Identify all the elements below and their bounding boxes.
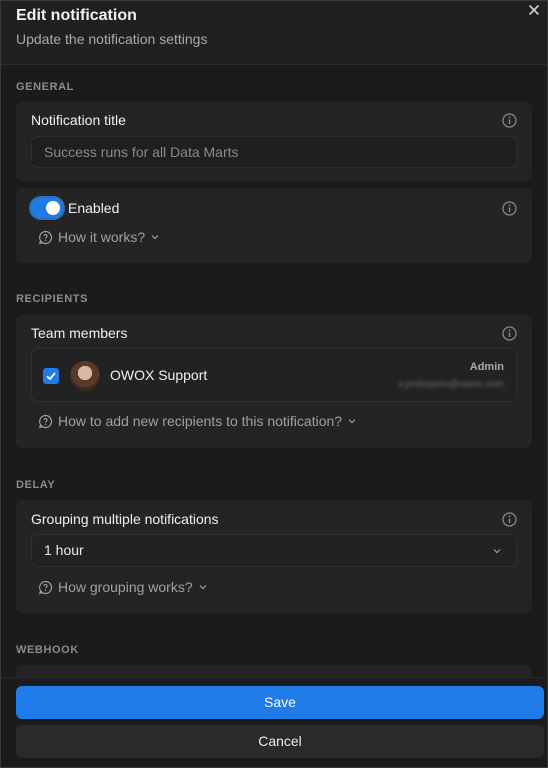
info-icon[interactable] — [502, 512, 517, 527]
help-bubble-icon — [38, 230, 53, 244]
save-button[interactable]: Save — [16, 686, 544, 719]
dialog-header: Edit notification Update the notificatio… — [1, 1, 547, 65]
member-name: OWOX Support — [110, 367, 208, 383]
info-icon[interactable] — [502, 113, 517, 128]
add-recipients-link[interactable]: How to add new recipients to this notifi… — [38, 413, 357, 429]
section-label-webhook: WEBHOOK — [16, 644, 79, 656]
team-members-label: Team members — [31, 325, 128, 341]
member-role: Admin — [469, 361, 504, 373]
member-email: v.prokopets@owox.com — [397, 379, 504, 390]
toggle-knob — [46, 201, 60, 215]
enabled-toggle[interactable] — [31, 198, 63, 218]
team-members-card: Team members OWOX Support Admin v.prokop… — [16, 315, 532, 448]
dialog-subtitle: Update the notification settings — [16, 31, 208, 47]
chevron-down-icon — [493, 549, 501, 554]
grouping-selected-value: 1 hour — [44, 542, 84, 558]
how-it-works-label: How it works? — [58, 229, 146, 245]
enabled-card: Enabled How it works? — [16, 188, 532, 263]
notification-title-input[interactable]: Success runs for all Data Marts — [31, 136, 517, 168]
check-icon — [46, 372, 56, 381]
member-row[interactable]: OWOX Support Admin v.prokopets@owox.com — [31, 348, 517, 402]
edit-notification-dialog: Edit notification Update the notificatio… — [0, 0, 548, 768]
chevron-down-icon — [199, 585, 207, 590]
avatar — [70, 361, 100, 391]
dialog-footer: Save Cancel — [1, 677, 547, 767]
info-icon[interactable] — [502, 326, 517, 341]
enabled-label: Enabled — [68, 200, 120, 216]
grouping-select[interactable]: 1 hour — [31, 534, 517, 567]
how-grouping-works-label: How grouping works? — [58, 579, 193, 595]
add-recipients-label: How to add new recipients to this notifi… — [58, 413, 343, 429]
close-icon[interactable] — [527, 3, 545, 21]
notification-title-label: Notification title — [31, 112, 126, 128]
cancel-button[interactable]: Cancel — [16, 725, 544, 758]
grouping-card: Grouping multiple notifications 1 hour H… — [16, 500, 532, 613]
notification-title-card: Notification title Success runs for all … — [16, 102, 532, 181]
how-it-works-link[interactable]: How it works? — [38, 229, 160, 245]
grouping-label: Grouping multiple notifications — [31, 511, 219, 527]
member-checkbox[interactable] — [43, 368, 59, 384]
section-label-delay: DELAY — [16, 479, 56, 491]
help-bubble-icon — [38, 414, 53, 428]
info-icon[interactable] — [502, 201, 517, 216]
section-label-recipients: RECIPIENTS — [16, 293, 89, 305]
help-bubble-icon — [38, 580, 53, 594]
section-label-general: GENERAL — [16, 81, 74, 93]
dialog-title: Edit notification — [16, 7, 137, 24]
chevron-down-icon — [151, 235, 159, 240]
how-grouping-works-link[interactable]: How grouping works? — [38, 579, 208, 595]
chevron-down-icon — [348, 419, 356, 424]
